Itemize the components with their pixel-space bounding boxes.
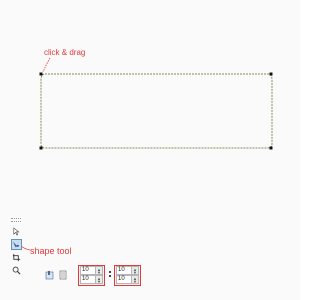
spinner-arrows-icon[interactable]: ▲ ▼	[132, 275, 139, 284]
node-handle-top-left[interactable]	[39, 72, 43, 76]
corner-radius-top-right-spinner[interactable]: 10 ▲ ▼	[116, 266, 139, 275]
corner-radius-bottom-right-spinner[interactable]: 10 ▲ ▼	[116, 275, 139, 284]
spinner-arrows-icon[interactable]: ▲ ▼	[96, 266, 103, 275]
chain-link-icon	[108, 271, 111, 273]
drag-annotation-arrow	[42, 57, 51, 73]
corner-radius-top-left-spinner[interactable]: 10 ▲ ▼	[80, 266, 103, 275]
chain-link-icon	[108, 275, 111, 277]
shape-icon	[12, 241, 19, 248]
convert-to-curve-button[interactable]	[44, 270, 55, 281]
corner-radius-bottom-left-value[interactable]: 10	[80, 275, 96, 284]
pick-tool-button[interactable]	[11, 226, 22, 237]
arrow-icon	[13, 227, 20, 236]
lock-corners-toggle[interactable]	[108, 271, 111, 279]
page-icon	[45, 271, 53, 280]
corner-radius-bottom-left-spinner[interactable]: 10 ▲ ▼	[80, 275, 103, 284]
zoom-icon	[12, 266, 20, 275]
node-handle-bottom-right[interactable]	[269, 146, 273, 150]
align-icon	[59, 270, 66, 280]
corner-radius-left-group: 10 ▲ ▼ 10 ▲ ▼	[78, 264, 105, 286]
crop-icon	[12, 253, 20, 262]
node-handle-top-right[interactable]	[269, 72, 273, 76]
corner-radius-top-left-value[interactable]: 10	[80, 266, 96, 275]
toolbox	[8, 218, 24, 276]
corner-radius-top-right-value[interactable]: 10	[116, 266, 132, 275]
corner-radius-bottom-right-value[interactable]: 10	[116, 275, 132, 284]
node-handle-bottom-left[interactable]	[39, 146, 43, 150]
spinner-arrows-icon[interactable]: ▲ ▼	[96, 275, 103, 284]
toolbox-grip[interactable]	[11, 218, 21, 222]
shape-tool-button[interactable]	[10, 239, 22, 250]
crop-tool-button[interactable]	[11, 252, 22, 263]
click-drag-annotation: click & drag	[44, 48, 86, 57]
shape-tool-annotation: shape tool	[30, 246, 72, 256]
property-bar: 10 ▲ ▼ 10 ▲ ▼ 10 ▲ ▼ 10 ▲ ▼	[44, 264, 141, 286]
corner-radius-right-group: 10 ▲ ▼ 10 ▲ ▼	[114, 264, 141, 286]
spinner-arrows-icon[interactable]: ▲ ▼	[132, 266, 139, 275]
zoom-tool-button[interactable]	[11, 265, 22, 276]
rounded-rectangle-shape[interactable]	[40, 73, 273, 149]
alignment-button[interactable]	[58, 270, 69, 281]
